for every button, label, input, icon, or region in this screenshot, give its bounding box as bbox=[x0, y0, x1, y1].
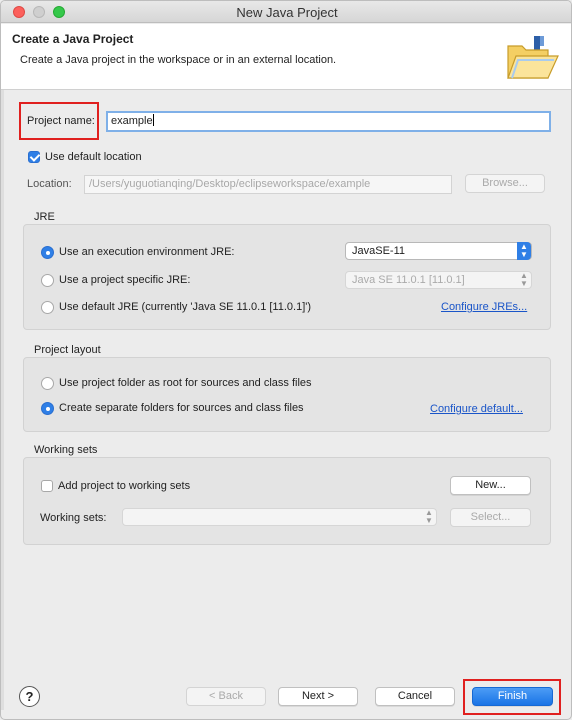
browse-button[interactable]: Browse... bbox=[465, 174, 545, 193]
use-default-location-label: Use default location bbox=[45, 151, 142, 163]
layout-project-root-label: Use project folder as root for sources a… bbox=[59, 377, 312, 389]
jre-default-label: Use default JRE (currently 'Java SE 11.0… bbox=[59, 301, 312, 313]
jre-execution-env-label: Use an execution environment JRE: bbox=[59, 246, 235, 258]
next-button[interactable]: Next > bbox=[278, 687, 358, 706]
project-name-input[interactable]: example bbox=[106, 111, 551, 132]
layout-project-root-radio[interactable] bbox=[41, 377, 54, 390]
back-button[interactable]: < Back bbox=[186, 687, 266, 706]
jre-project-specific-label: Use a project specific JRE: bbox=[59, 274, 191, 286]
working-sets-select[interactable]: ▲ ▼ bbox=[122, 508, 437, 526]
jre-project-specific-radio[interactable] bbox=[41, 274, 54, 287]
text-caret bbox=[152, 114, 154, 126]
configure-jres-link[interactable]: Configure JREs... bbox=[441, 301, 527, 313]
new-working-set-button[interactable]: New... bbox=[450, 476, 531, 495]
project-layout-section-label: Project layout bbox=[34, 344, 101, 356]
layout-separate-folders-label: Create separate folders for sources and … bbox=[59, 402, 304, 414]
working-sets-group bbox=[23, 457, 551, 545]
execution-env-value: JavaSE-11 bbox=[352, 245, 405, 257]
layout-separate-folders-radio[interactable] bbox=[41, 402, 54, 415]
wizard-description: Create a Java project in the workspace o… bbox=[20, 54, 337, 66]
wizard-title: Create a Java Project bbox=[12, 32, 134, 46]
working-sets-section-label: Working sets bbox=[34, 444, 98, 456]
project-layout-group bbox=[23, 357, 551, 432]
use-default-location-checkbox[interactable] bbox=[28, 151, 40, 163]
location-input[interactable]: /Users/yuguotianqing/Desktop/eclipsework… bbox=[84, 175, 452, 194]
add-to-working-sets-label: Add project to working sets bbox=[58, 480, 191, 492]
jre-execution-env-radio[interactable] bbox=[41, 246, 54, 259]
project-specific-jre-select[interactable]: Java SE 11.0.1 [11.0.1] ▲ ▼ bbox=[345, 271, 532, 289]
project-name-highlight bbox=[19, 102, 99, 140]
finish-button-highlight bbox=[463, 679, 561, 715]
wizard-header: Create a Java Project Create a Java proj… bbox=[1, 24, 571, 90]
window-edge bbox=[1, 90, 4, 710]
jre-default-radio[interactable] bbox=[41, 301, 54, 314]
configure-default-link[interactable]: Configure default... bbox=[430, 403, 523, 415]
execution-env-select[interactable]: JavaSE-11 ▲ ▼ bbox=[345, 242, 532, 260]
select-working-sets-button[interactable]: Select... bbox=[450, 508, 531, 527]
select-chevron-icon: ▲ ▼ bbox=[517, 242, 531, 260]
location-label: Location: bbox=[27, 178, 72, 190]
new-java-project-dialog: New Java Project Create a Java Project C… bbox=[0, 0, 572, 720]
select-chevron-icon: ▲ ▼ bbox=[520, 271, 528, 288]
jre-section-label: JRE bbox=[34, 211, 55, 223]
project-name-value: example bbox=[111, 115, 153, 127]
project-specific-jre-value: Java SE 11.0.1 [11.0.1] bbox=[352, 274, 465, 286]
select-chevron-icon: ▲ ▼ bbox=[425, 508, 433, 525]
cancel-button[interactable]: Cancel bbox=[375, 687, 455, 706]
title-bar: New Java Project bbox=[1, 1, 571, 23]
working-sets-label: Working sets: bbox=[40, 512, 107, 524]
add-to-working-sets-checkbox[interactable] bbox=[41, 480, 53, 492]
java-project-folder-icon bbox=[504, 34, 562, 84]
window-title: New Java Project bbox=[236, 5, 338, 20]
help-icon[interactable]: ? bbox=[19, 686, 40, 707]
